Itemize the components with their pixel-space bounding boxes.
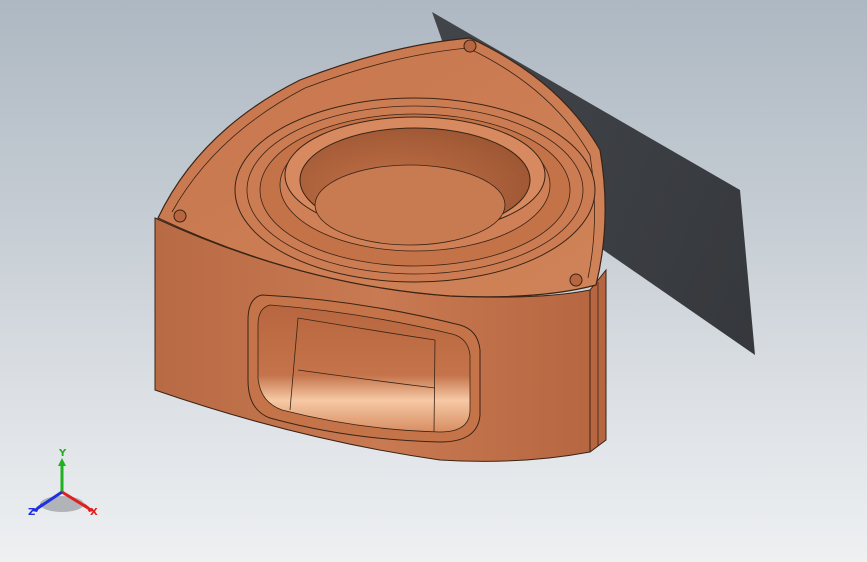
apex-seal-slot-left (173, 209, 187, 223)
cad-viewport[interactable]: Y X Z (0, 0, 867, 562)
triad-z-label: Z (28, 507, 35, 518)
bore-floor (314, 164, 506, 246)
triad-y-label: Y (58, 448, 67, 459)
apex-seal-slot-right (569, 273, 583, 287)
triad-x-label: X (90, 507, 98, 518)
triad-y-arrow (58, 458, 66, 466)
apex-seal-slot-top (463, 39, 477, 53)
view-triad[interactable]: Y X Z (28, 448, 98, 518)
rotor-part[interactable] (154, 37, 607, 462)
